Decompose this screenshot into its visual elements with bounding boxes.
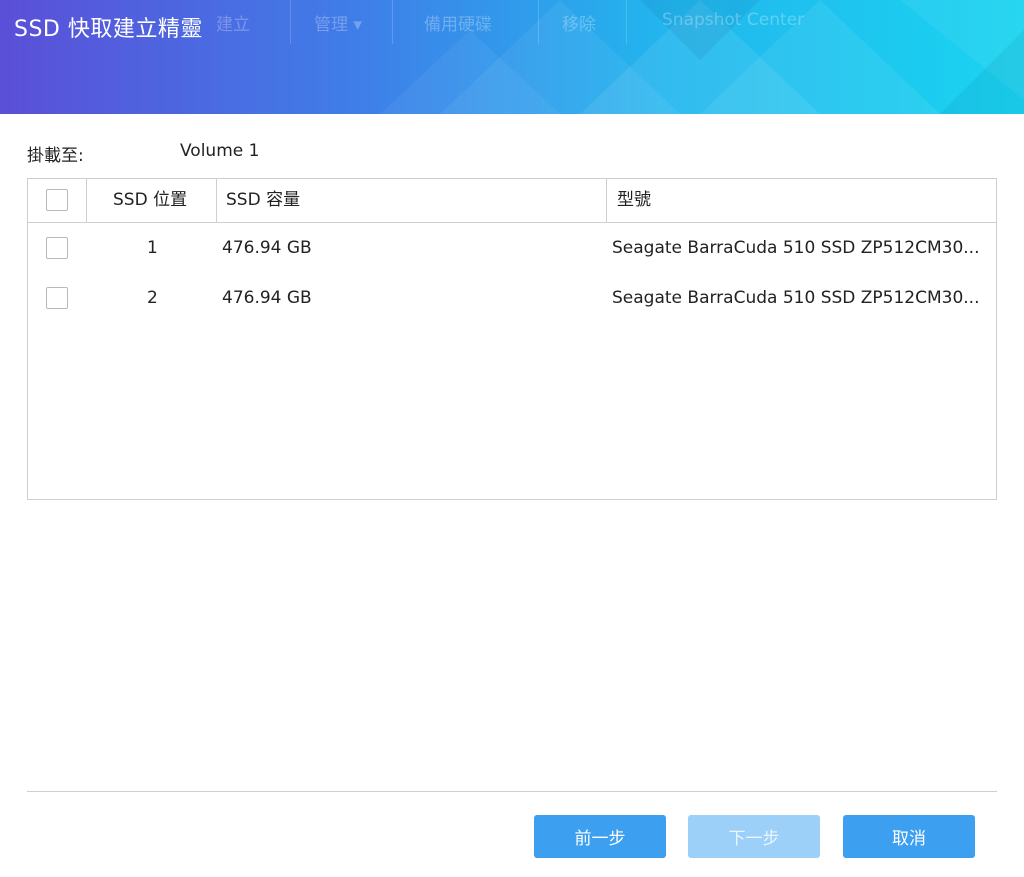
toolbar-manage: 管理 ▾ xyxy=(314,15,362,35)
column-header-capacity[interactable]: SSD 容量 xyxy=(226,179,300,222)
toolbar-separator xyxy=(626,0,627,44)
wizard-header: 建立 管理 ▾ 備用硬碟 移除 Snapshot Center SSD 快取建立… xyxy=(0,0,1024,114)
wizard-title: SSD 快取建立精靈 xyxy=(14,17,203,42)
footer-divider xyxy=(27,791,997,792)
column-header-model[interactable]: 型號 xyxy=(617,179,651,222)
select-all-checkbox[interactable] xyxy=(46,189,68,211)
column-header-position[interactable]: SSD 位置 xyxy=(113,179,187,222)
next-button[interactable]: 下一步 xyxy=(688,815,820,858)
column-separator xyxy=(86,179,87,222)
column-separator xyxy=(606,179,607,222)
ssd-model: Seagate BarraCuda 510 SSD ZP512CM30... xyxy=(612,238,980,258)
mount-volume-value: Volume 1 xyxy=(180,141,260,161)
ssd-position: 1 xyxy=(147,238,158,258)
ssd-table: SSD 位置 SSD 容量 型號 1 476.94 GB Seagate Bar… xyxy=(27,178,997,500)
toolbar-separator xyxy=(538,0,539,44)
table-row[interactable]: 2 476.94 GB Seagate BarraCuda 510 SSD ZP… xyxy=(28,273,996,323)
toolbar-snapshot-center: Snapshot Center xyxy=(662,10,805,30)
row-checkbox[interactable] xyxy=(46,237,68,259)
table-row[interactable]: 1 476.94 GB Seagate BarraCuda 510 SSD ZP… xyxy=(28,223,996,273)
toolbar-separator xyxy=(290,0,291,44)
back-button[interactable]: 前一步 xyxy=(534,815,666,858)
column-separator xyxy=(216,179,217,222)
toolbar-create: 建立 xyxy=(216,15,250,35)
ssd-model: Seagate BarraCuda 510 SSD ZP512CM30... xyxy=(612,288,980,308)
ssd-cache-wizard-window: 建立 管理 ▾ 備用硬碟 移除 Snapshot Center SSD 快取建立… xyxy=(0,0,1024,877)
toolbar-remove: 移除 xyxy=(562,15,596,35)
ssd-capacity: 476.94 GB xyxy=(222,238,312,258)
row-checkbox[interactable] xyxy=(46,287,68,309)
ssd-position: 2 xyxy=(147,288,158,308)
mount-label: 掛載至: xyxy=(27,146,84,166)
toolbar-spare-disk: 備用硬碟 xyxy=(424,15,492,35)
toolbar-separator xyxy=(392,0,393,44)
ssd-capacity: 476.94 GB xyxy=(222,288,312,308)
table-header: SSD 位置 SSD 容量 型號 xyxy=(28,179,996,223)
cancel-button[interactable]: 取消 xyxy=(843,815,975,858)
